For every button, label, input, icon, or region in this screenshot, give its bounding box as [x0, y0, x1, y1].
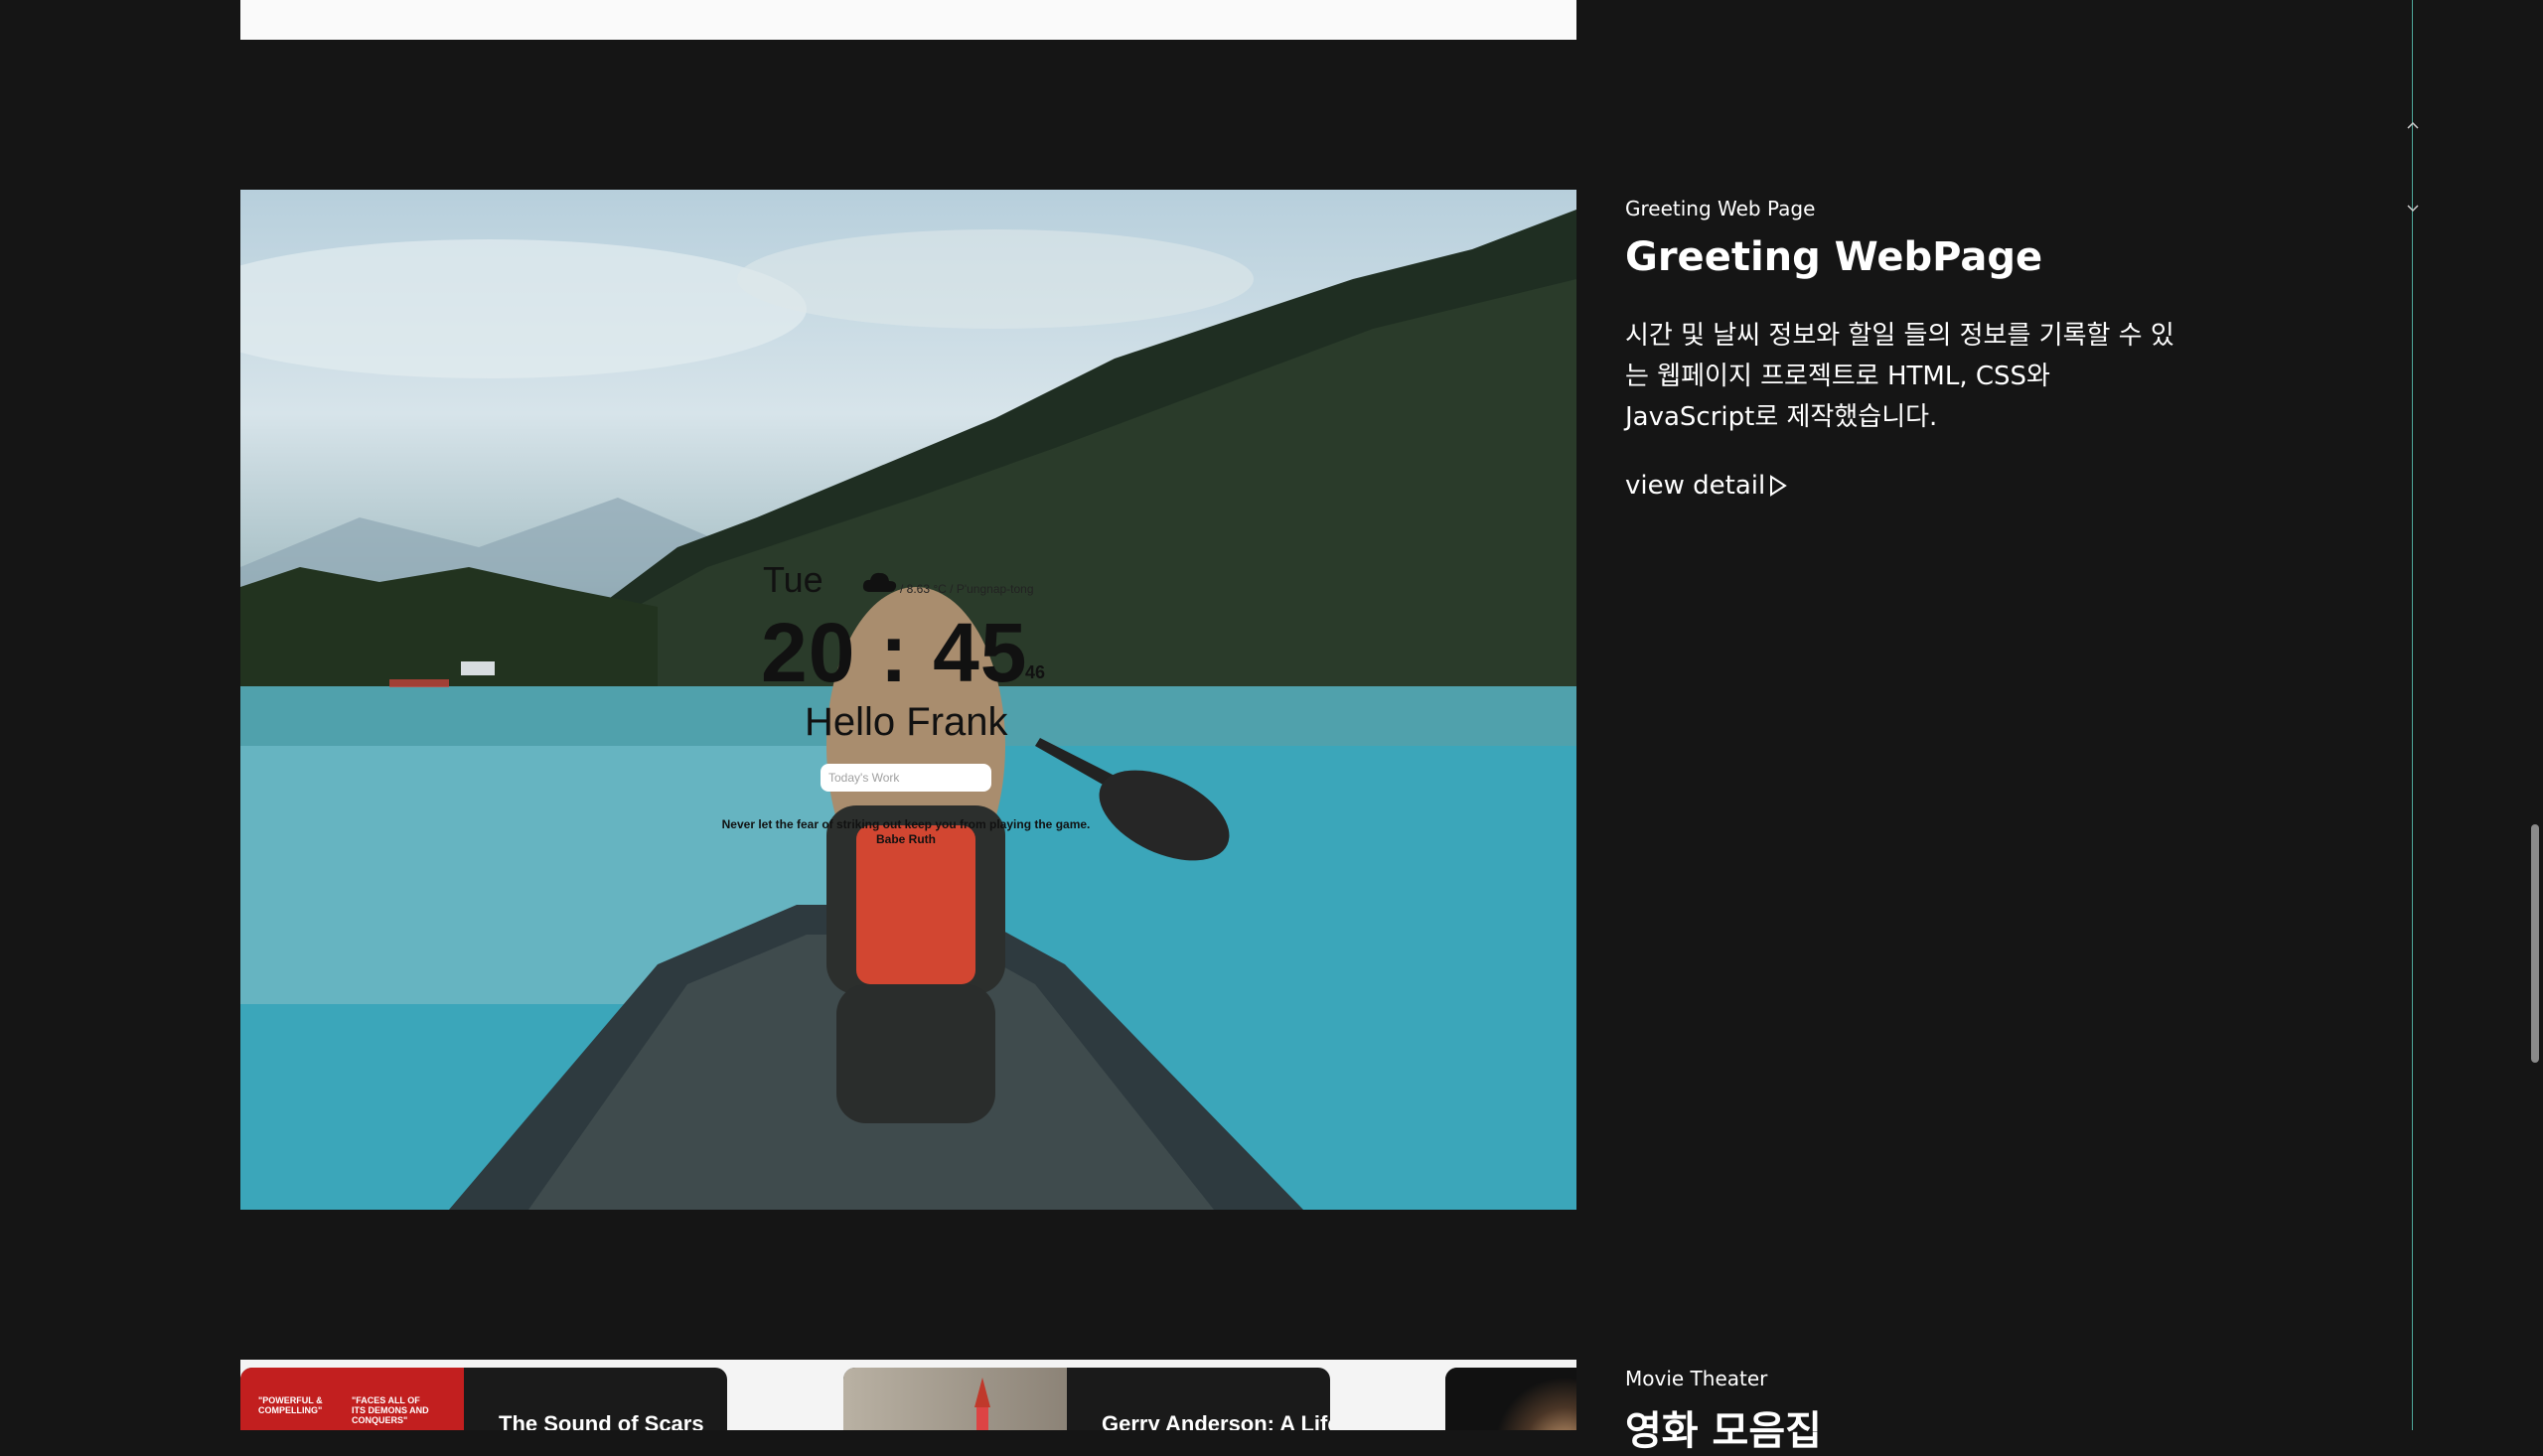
- quote-text: Never let the fear of striking out keep …: [721, 817, 1091, 831]
- chevron-down-icon[interactable]: [2402, 201, 2424, 217]
- weather-text: / 8.63 °C / P'ungnap-tong: [900, 582, 1034, 596]
- movie-poster: [1445, 1368, 1576, 1430]
- poster-quote: "FACES ALL OF ITS DEMONS AND CONQUERS": [352, 1395, 429, 1425]
- view-detail-link[interactable]: view detail: [1625, 471, 1789, 501]
- greeting-text: Hello Frank: [805, 700, 1008, 744]
- movie-title: Gerry Anderson: A Life Uncharted: [1102, 1411, 1330, 1430]
- movie-card[interactable]: "POWERFUL & COMPELLING" "FACES ALL OF IT…: [240, 1368, 727, 1430]
- todo-input[interactable]: [821, 764, 991, 792]
- rocket-image: [974, 1378, 990, 1430]
- movie-card[interactable]: Gerry Anderson: A Life Uncharted: [843, 1368, 1330, 1430]
- movie-project-screenshot[interactable]: "POWERFUL & COMPELLING" "FACES ALL OF IT…: [240, 1360, 1576, 1430]
- project-description: 시간 및 날씨 정보와 할일 들의 정보를 기록할 수 있는 웹페이지 프로젝트…: [1625, 321, 2174, 432]
- view-detail-label: view detail: [1625, 471, 1766, 501]
- project-title: 영화 모음집: [1625, 1408, 1822, 1454]
- greeting-project-screenshot[interactable]: Tue / 8.63 °C / P'ungnap-tong 20 : 45 46…: [240, 190, 1576, 1210]
- page-scrollbar[interactable]: [2527, 0, 2543, 1430]
- project-category: Greeting Web Page: [1625, 197, 1816, 220]
- cloud-icon: [862, 572, 897, 592]
- project-category: Movie Theater: [1625, 1367, 1768, 1390]
- clock-seconds: 46: [1025, 662, 1046, 682]
- scrollbar-thumb[interactable]: [2531, 824, 2539, 1063]
- movie-card[interactable]: [1445, 1368, 1576, 1430]
- quote-author: Babe Ruth: [876, 832, 936, 846]
- project-title: Greeting WebPage: [1625, 234, 2043, 280]
- poster-quote: "POWERFUL & COMPELLING": [258, 1395, 323, 1415]
- quote-block: Never let the fear of striking out keep …: [677, 817, 1134, 847]
- movie-poster: "POWERFUL & COMPELLING" "FACES ALL OF IT…: [240, 1368, 464, 1430]
- previous-project-screenshot[interactable]: [240, 0, 1576, 40]
- clock-time: 20 : 45: [761, 606, 1028, 699]
- play-triangle-icon: [1770, 475, 1788, 497]
- greeting-app-preview: Tue / 8.63 °C / P'ungnap-tong 20 : 45 46…: [240, 190, 1576, 1210]
- weekday-label: Tue: [763, 559, 823, 600]
- movie-title: The Sound of Scars: [499, 1411, 704, 1430]
- movie-poster: [843, 1368, 1067, 1430]
- chevron-up-icon[interactable]: [2402, 117, 2424, 133]
